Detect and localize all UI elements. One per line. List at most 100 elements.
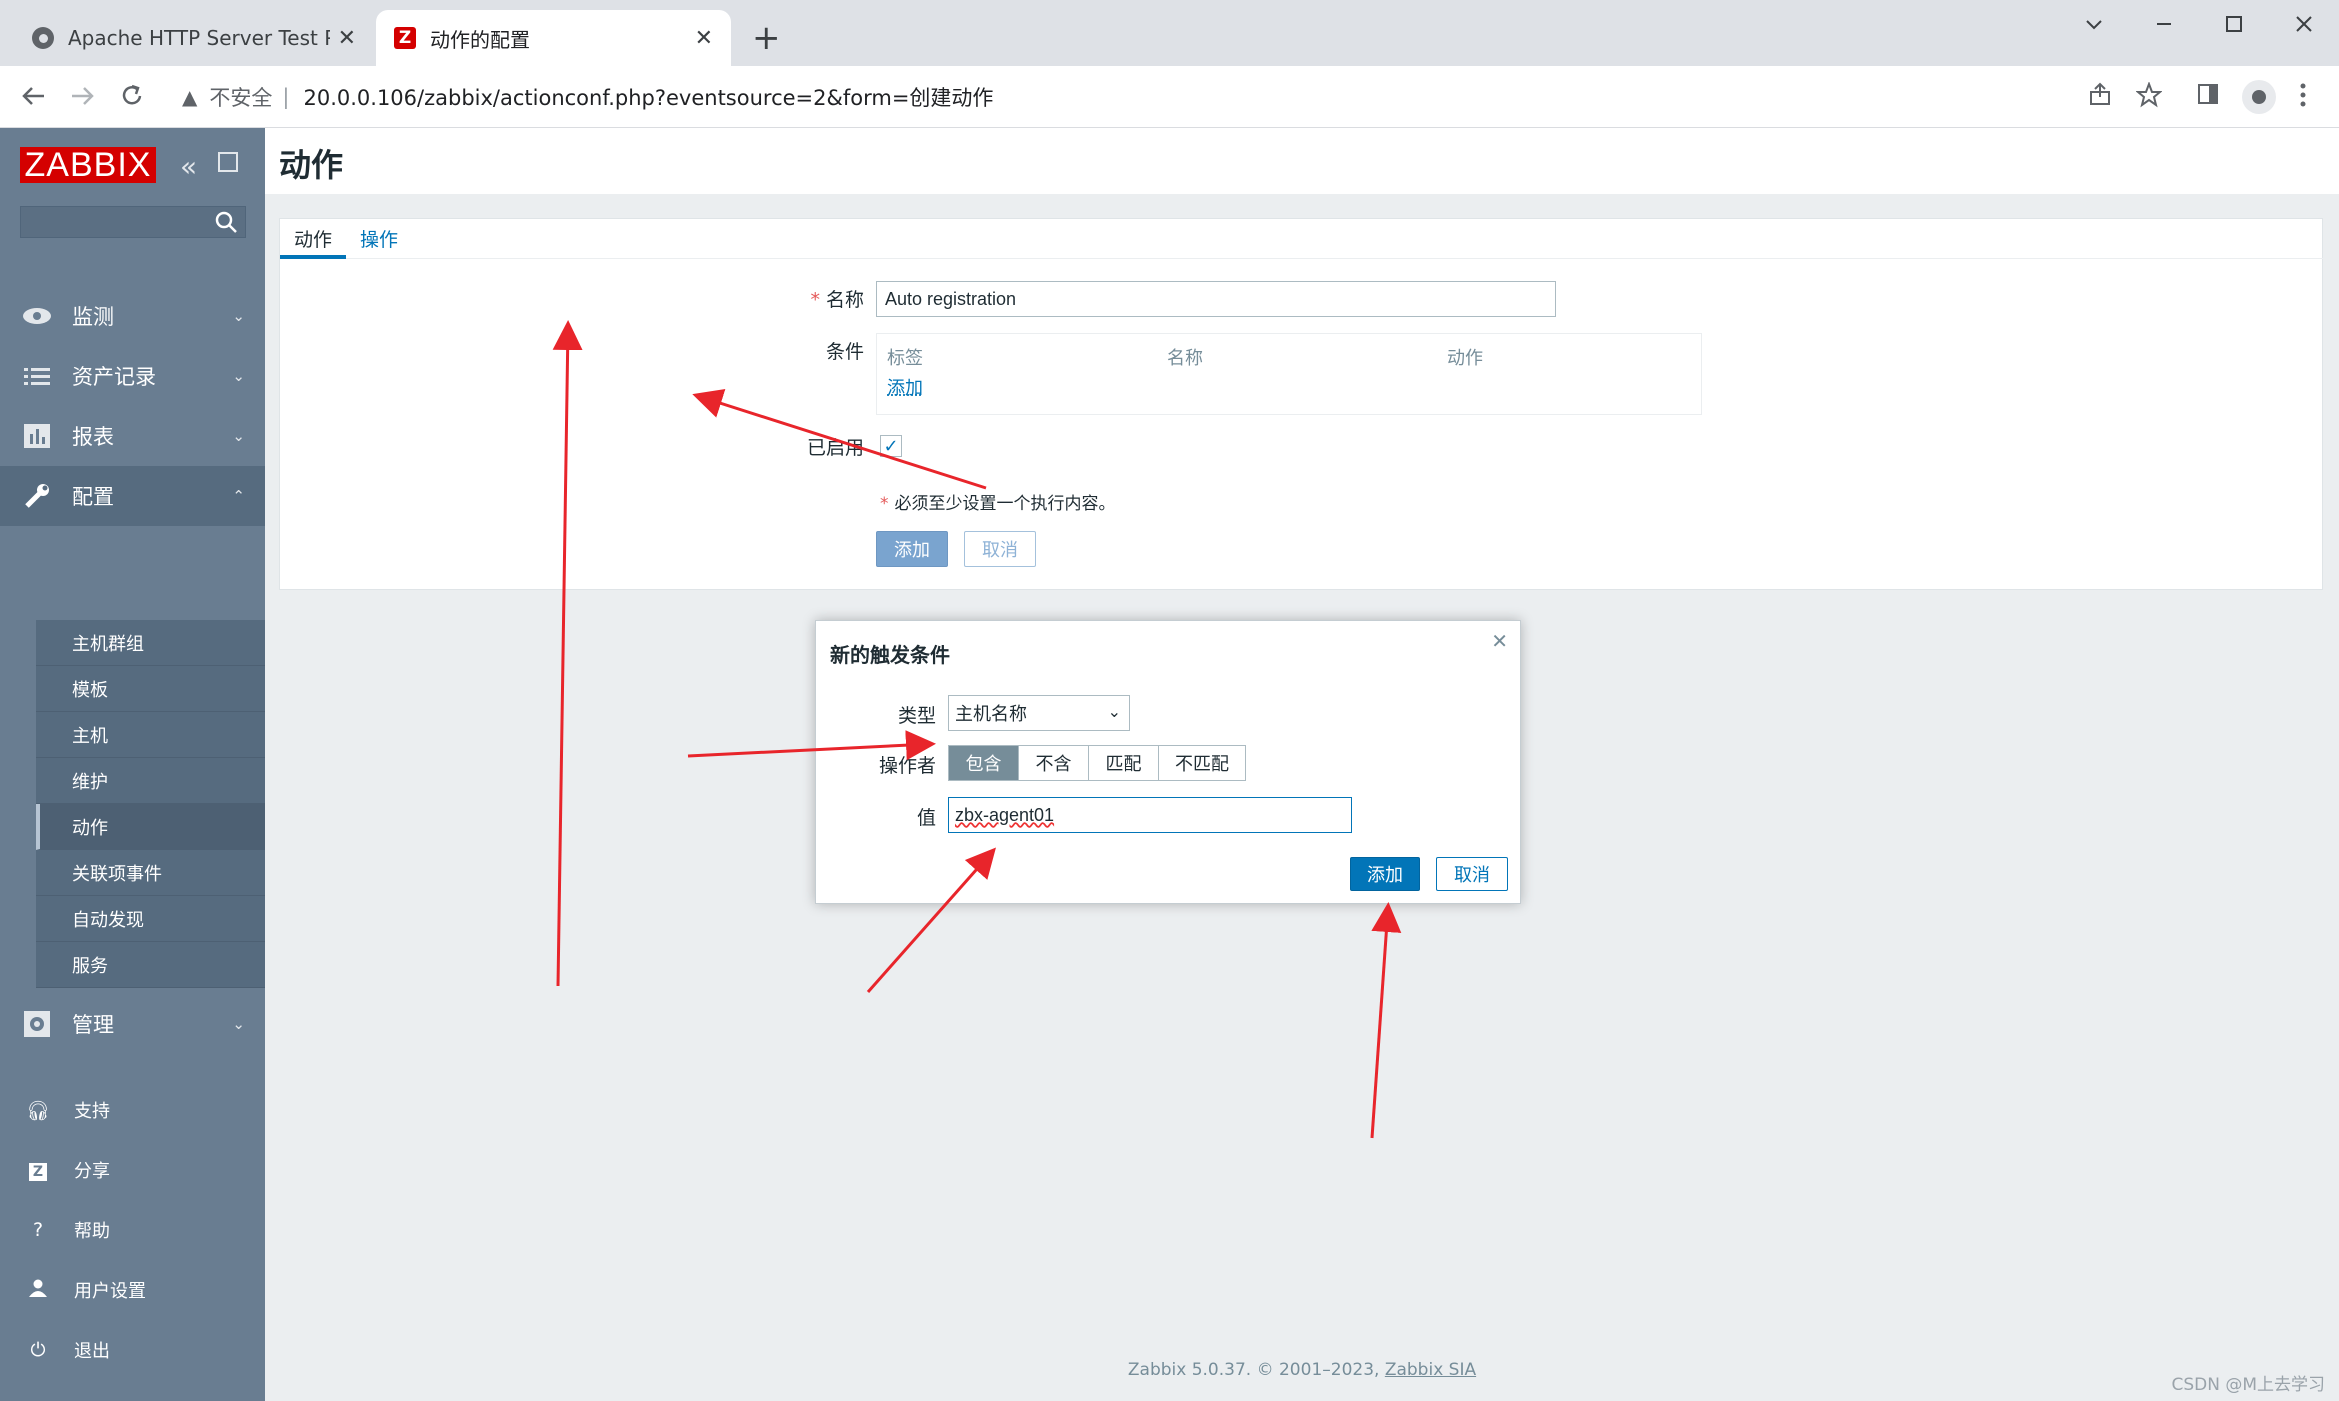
cond-header-label: 标签 xyxy=(887,348,923,369)
value-input[interactable]: zbx-agent01 xyxy=(948,797,1352,833)
globe-icon xyxy=(32,27,54,49)
chevron-down-icon: ⌄ xyxy=(232,367,245,385)
submenu-discovery[interactable]: 自动发现 xyxy=(36,896,265,942)
zabbix-logo[interactable]: ZABBIX xyxy=(20,147,156,183)
menu-configuration[interactable]: 配置 ⌃ xyxy=(0,466,265,526)
kiosk-mode-icon[interactable] xyxy=(218,152,238,172)
side-panel-icon[interactable] xyxy=(2196,82,2220,106)
maximize-icon[interactable] xyxy=(2224,14,2244,34)
required-asterisk: * xyxy=(810,289,820,311)
tab-operations[interactable]: 操作 xyxy=(346,225,412,259)
search-icon[interactable] xyxy=(212,208,242,236)
menu-label: 配置 xyxy=(72,485,114,509)
tab-action[interactable]: 动作 xyxy=(280,225,347,259)
close-tab-icon[interactable]: ✕ xyxy=(695,26,713,51)
new-condition-dialog: 新的触发条件 ✕ 类型 主机名称 ⌄ 操作者 包含 不含 匹配 不匹配 值 zb… xyxy=(815,620,1521,904)
sidebar: ZABBIX « 监测 ⌄ 资产记录 ⌄ 报表 ⌄ 配置 ⌃ 主机群组 模板 主… xyxy=(0,128,265,1401)
zabbix-sia-link[interactable]: Zabbix SIA xyxy=(1385,1360,1476,1380)
operator-segmented-control: 包含 不含 匹配 不匹配 xyxy=(948,745,1246,781)
dialog-cancel-button[interactable]: 取消 xyxy=(1436,857,1508,891)
chevron-down-icon: ⌄ xyxy=(232,1015,245,1033)
new-tab-button[interactable]: + xyxy=(752,18,781,58)
enabled-checkbox[interactable]: ✓ xyxy=(880,435,902,457)
back-icon[interactable] xyxy=(20,84,48,108)
operator-label: 操作者 xyxy=(878,755,936,777)
dialog-title: 新的触发条件 xyxy=(830,643,950,667)
tab-title: 动作的配置 xyxy=(430,27,530,52)
share-icon[interactable] xyxy=(2088,82,2112,106)
url-text: 20.0.0.106/zabbix/actionconf.php?eventso… xyxy=(303,86,994,110)
nav-help[interactable]: ? 帮助 xyxy=(0,1210,265,1250)
name-label: * 名称 xyxy=(810,289,864,311)
bar-chart-icon xyxy=(22,421,52,451)
cond-header-action: 动作 xyxy=(1447,348,1483,369)
nav-share[interactable]: Z 分享 xyxy=(0,1150,265,1190)
nav-label: 支持 xyxy=(74,1101,110,1122)
tab-title: Apache HTTP Server Test Page xyxy=(68,26,330,50)
submenu-services[interactable]: 服务 xyxy=(36,942,265,988)
dialog-add-button[interactable]: 添加 xyxy=(1350,857,1420,891)
nav-user-settings[interactable]: 用户设置 xyxy=(0,1270,265,1310)
nav-support[interactable]: 🎧︎ 支持 xyxy=(0,1090,265,1130)
menu-label: 管理 xyxy=(72,1013,114,1037)
collapse-sidebar-icon[interactable]: « xyxy=(180,150,197,183)
nav-label: 帮助 xyxy=(74,1221,110,1242)
menu-administration[interactable]: 管理 ⌄ xyxy=(0,994,265,1054)
user-icon xyxy=(26,1279,50,1302)
conditions-table: 标签 名称 动作 添加 xyxy=(876,333,1702,415)
operator-matches[interactable]: 匹配 xyxy=(1089,746,1159,780)
operator-not-contains[interactable]: 不含 xyxy=(1019,746,1089,780)
submenu-host-groups[interactable]: 主机群组 xyxy=(36,620,265,666)
more-menu-icon[interactable] xyxy=(2298,82,2308,108)
profile-avatar-icon[interactable] xyxy=(2242,80,2276,114)
name-field[interactable]: Auto registration xyxy=(876,281,1556,317)
close-window-icon[interactable] xyxy=(2294,14,2314,34)
chevron-down-icon: ⌄ xyxy=(232,427,245,445)
menu-monitoring[interactable]: 监测 ⌄ xyxy=(0,286,265,346)
submenu-actions[interactable]: 动作 xyxy=(36,804,265,850)
submenu-hosts[interactable]: 主机 xyxy=(36,712,265,758)
nav-label: 退出 xyxy=(74,1341,110,1362)
power-icon: ⏻ xyxy=(30,1339,46,1361)
bookmark-star-icon[interactable] xyxy=(2136,82,2162,108)
omnibox[interactable]: ▲ 不安全 | 20.0.0.106/zabbix/actionconf.php… xyxy=(168,74,2158,120)
nav-label: 用户设置 xyxy=(74,1281,146,1302)
headset-icon: 🎧︎ xyxy=(26,1099,51,1122)
zabbix-share-icon: Z xyxy=(26,1159,50,1181)
forward-icon[interactable] xyxy=(68,84,96,108)
menu-inventory[interactable]: 资产记录 ⌄ xyxy=(0,346,265,406)
eye-icon xyxy=(22,301,52,331)
form-tabs: 动作 操作 xyxy=(280,219,2324,259)
cond-header-name: 名称 xyxy=(1167,348,1203,369)
action-form-panel: 动作 操作 * 名称 Auto registration 条件 标签 名称 动作 … xyxy=(279,218,2324,590)
menu-label: 资产记录 xyxy=(72,365,156,389)
add-condition-link[interactable]: 添加 xyxy=(887,374,923,400)
menu-label: 监测 xyxy=(72,305,114,329)
help-icon: ? xyxy=(32,1219,44,1241)
type-select[interactable]: 主机名称 ⌄ xyxy=(948,695,1130,731)
tab-search-chevron-icon[interactable] xyxy=(2084,14,2104,34)
type-label: 类型 xyxy=(897,705,936,727)
submenu-maintenance[interactable]: 维护 xyxy=(36,758,265,804)
operator-contains[interactable]: 包含 xyxy=(949,746,1019,780)
submenu-event-correlation[interactable]: 关联项事件 xyxy=(36,850,265,896)
close-tab-icon[interactable]: ✕ xyxy=(338,26,356,51)
browser-tab-action-config[interactable]: Z 动作的配置 ✕ xyxy=(376,10,731,66)
menu-reports[interactable]: 报表 ⌄ xyxy=(0,406,265,466)
chevron-down-icon: ⌄ xyxy=(232,307,245,325)
operator-not-matches[interactable]: 不匹配 xyxy=(1159,746,1245,780)
close-icon[interactable]: ✕ xyxy=(1491,629,1508,653)
nav-sign-out[interactable]: ⏻ 退出 xyxy=(0,1330,265,1370)
cancel-button[interactable]: 取消 xyxy=(964,531,1036,567)
watermark: CSDN @M上去学习 xyxy=(2171,1375,2325,1395)
page-title: 动作 xyxy=(279,146,344,184)
wrench-icon xyxy=(22,481,52,511)
menu-label: 报表 xyxy=(72,425,114,449)
add-button[interactable]: 添加 xyxy=(876,531,948,567)
browser-tab-apache[interactable]: Apache HTTP Server Test Page ✕ xyxy=(14,10,374,66)
reload-icon[interactable] xyxy=(118,82,146,110)
minimize-icon[interactable] xyxy=(2154,14,2174,34)
submenu-templates[interactable]: 模板 xyxy=(36,666,265,712)
enabled-label: 已启用 xyxy=(806,437,864,459)
chevron-down-icon: ⌄ xyxy=(1107,702,1121,721)
